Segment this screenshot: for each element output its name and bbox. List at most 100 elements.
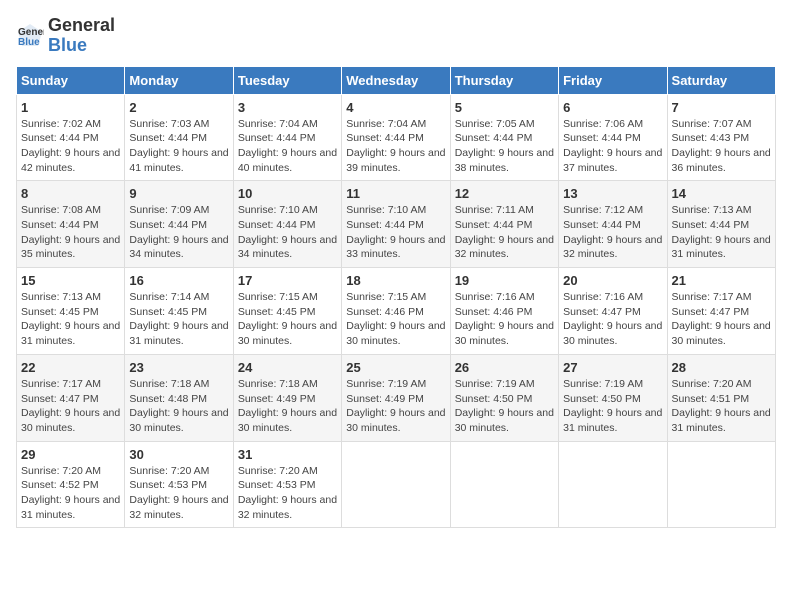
day-info: Sunrise: 7:05 AM Sunset: 4:44 PM Dayligh… [455, 117, 554, 176]
calendar-cell: 31 Sunrise: 7:20 AM Sunset: 4:53 PM Dayl… [233, 441, 341, 528]
day-info: Sunrise: 7:03 AM Sunset: 4:44 PM Dayligh… [129, 117, 228, 176]
calendar-week-5: 29 Sunrise: 7:20 AM Sunset: 4:52 PM Dayl… [17, 441, 776, 528]
calendar-cell: 3 Sunrise: 7:04 AM Sunset: 4:44 PM Dayli… [233, 94, 341, 181]
calendar-cell: 2 Sunrise: 7:03 AM Sunset: 4:44 PM Dayli… [125, 94, 233, 181]
calendar-cell: 1 Sunrise: 7:02 AM Sunset: 4:44 PM Dayli… [17, 94, 125, 181]
calendar-table: SundayMondayTuesdayWednesdayThursdayFrid… [16, 66, 776, 529]
calendar-cell: 23 Sunrise: 7:18 AM Sunset: 4:48 PM Dayl… [125, 354, 233, 441]
day-info: Sunrise: 7:10 AM Sunset: 4:44 PM Dayligh… [346, 203, 445, 262]
day-number: 17 [238, 273, 337, 288]
calendar-week-3: 15 Sunrise: 7:13 AM Sunset: 4:45 PM Dayl… [17, 268, 776, 355]
day-number: 24 [238, 360, 337, 375]
day-number: 10 [238, 186, 337, 201]
day-number: 6 [563, 100, 662, 115]
day-number: 31 [238, 447, 337, 462]
day-info: Sunrise: 7:20 AM Sunset: 4:53 PM Dayligh… [238, 464, 337, 523]
day-number: 2 [129, 100, 228, 115]
day-info: Sunrise: 7:04 AM Sunset: 4:44 PM Dayligh… [238, 117, 337, 176]
day-info: Sunrise: 7:19 AM Sunset: 4:50 PM Dayligh… [455, 377, 554, 436]
day-number: 21 [672, 273, 771, 288]
day-info: Sunrise: 7:18 AM Sunset: 4:49 PM Dayligh… [238, 377, 337, 436]
day-info: Sunrise: 7:02 AM Sunset: 4:44 PM Dayligh… [21, 117, 120, 176]
calendar-week-4: 22 Sunrise: 7:17 AM Sunset: 4:47 PM Dayl… [17, 354, 776, 441]
day-number: 23 [129, 360, 228, 375]
weekday-header-saturday: Saturday [667, 66, 775, 94]
day-number: 26 [455, 360, 554, 375]
calendar-cell: 10 Sunrise: 7:10 AM Sunset: 4:44 PM Dayl… [233, 181, 341, 268]
calendar-cell: 25 Sunrise: 7:19 AM Sunset: 4:49 PM Dayl… [342, 354, 450, 441]
day-number: 5 [455, 100, 554, 115]
day-number: 18 [346, 273, 445, 288]
day-info: Sunrise: 7:20 AM Sunset: 4:53 PM Dayligh… [129, 464, 228, 523]
day-number: 9 [129, 186, 228, 201]
calendar-cell: 21 Sunrise: 7:17 AM Sunset: 4:47 PM Dayl… [667, 268, 775, 355]
day-info: Sunrise: 7:15 AM Sunset: 4:45 PM Dayligh… [238, 290, 337, 349]
day-number: 28 [672, 360, 771, 375]
day-number: 15 [21, 273, 120, 288]
day-info: Sunrise: 7:19 AM Sunset: 4:49 PM Dayligh… [346, 377, 445, 436]
weekday-header-sunday: Sunday [17, 66, 125, 94]
calendar-week-2: 8 Sunrise: 7:08 AM Sunset: 4:44 PM Dayli… [17, 181, 776, 268]
day-info: Sunrise: 7:15 AM Sunset: 4:46 PM Dayligh… [346, 290, 445, 349]
day-info: Sunrise: 7:17 AM Sunset: 4:47 PM Dayligh… [672, 290, 771, 349]
calendar-cell: 4 Sunrise: 7:04 AM Sunset: 4:44 PM Dayli… [342, 94, 450, 181]
calendar-cell [450, 441, 558, 528]
calendar-cell: 16 Sunrise: 7:14 AM Sunset: 4:45 PM Dayl… [125, 268, 233, 355]
day-info: Sunrise: 7:11 AM Sunset: 4:44 PM Dayligh… [455, 203, 554, 262]
day-info: Sunrise: 7:16 AM Sunset: 4:47 PM Dayligh… [563, 290, 662, 349]
calendar-cell: 8 Sunrise: 7:08 AM Sunset: 4:44 PM Dayli… [17, 181, 125, 268]
day-info: Sunrise: 7:14 AM Sunset: 4:45 PM Dayligh… [129, 290, 228, 349]
day-number: 11 [346, 186, 445, 201]
day-number: 1 [21, 100, 120, 115]
calendar-cell: 28 Sunrise: 7:20 AM Sunset: 4:51 PM Dayl… [667, 354, 775, 441]
day-number: 3 [238, 100, 337, 115]
day-number: 20 [563, 273, 662, 288]
day-number: 4 [346, 100, 445, 115]
day-number: 7 [672, 100, 771, 115]
calendar-cell [342, 441, 450, 528]
day-number: 29 [21, 447, 120, 462]
calendar-cell: 24 Sunrise: 7:18 AM Sunset: 4:49 PM Dayl… [233, 354, 341, 441]
calendar-cell: 11 Sunrise: 7:10 AM Sunset: 4:44 PM Dayl… [342, 181, 450, 268]
calendar-week-1: 1 Sunrise: 7:02 AM Sunset: 4:44 PM Dayli… [17, 94, 776, 181]
calendar-cell [667, 441, 775, 528]
day-number: 27 [563, 360, 662, 375]
calendar-cell: 18 Sunrise: 7:15 AM Sunset: 4:46 PM Dayl… [342, 268, 450, 355]
day-number: 16 [129, 273, 228, 288]
day-info: Sunrise: 7:18 AM Sunset: 4:48 PM Dayligh… [129, 377, 228, 436]
day-number: 13 [563, 186, 662, 201]
calendar-cell [559, 441, 667, 528]
day-info: Sunrise: 7:06 AM Sunset: 4:44 PM Dayligh… [563, 117, 662, 176]
weekday-header-monday: Monday [125, 66, 233, 94]
day-number: 25 [346, 360, 445, 375]
day-number: 30 [129, 447, 228, 462]
calendar-cell: 26 Sunrise: 7:19 AM Sunset: 4:50 PM Dayl… [450, 354, 558, 441]
calendar-cell: 17 Sunrise: 7:15 AM Sunset: 4:45 PM Dayl… [233, 268, 341, 355]
day-number: 22 [21, 360, 120, 375]
day-info: Sunrise: 7:13 AM Sunset: 4:45 PM Dayligh… [21, 290, 120, 349]
day-info: Sunrise: 7:13 AM Sunset: 4:44 PM Dayligh… [672, 203, 771, 262]
day-number: 8 [21, 186, 120, 201]
page-header: General Blue General Blue [16, 16, 776, 56]
logo-text: General Blue [48, 16, 115, 56]
calendar-cell: 5 Sunrise: 7:05 AM Sunset: 4:44 PM Dayli… [450, 94, 558, 181]
logo-icon: General Blue [16, 22, 44, 50]
day-info: Sunrise: 7:10 AM Sunset: 4:44 PM Dayligh… [238, 203, 337, 262]
calendar-cell: 14 Sunrise: 7:13 AM Sunset: 4:44 PM Dayl… [667, 181, 775, 268]
weekday-header-wednesday: Wednesday [342, 66, 450, 94]
day-info: Sunrise: 7:20 AM Sunset: 4:51 PM Dayligh… [672, 377, 771, 436]
calendar-cell: 15 Sunrise: 7:13 AM Sunset: 4:45 PM Dayl… [17, 268, 125, 355]
weekday-header-friday: Friday [559, 66, 667, 94]
day-info: Sunrise: 7:19 AM Sunset: 4:50 PM Dayligh… [563, 377, 662, 436]
day-info: Sunrise: 7:20 AM Sunset: 4:52 PM Dayligh… [21, 464, 120, 523]
day-info: Sunrise: 7:07 AM Sunset: 4:43 PM Dayligh… [672, 117, 771, 176]
calendar-cell: 29 Sunrise: 7:20 AM Sunset: 4:52 PM Dayl… [17, 441, 125, 528]
day-number: 12 [455, 186, 554, 201]
day-number: 14 [672, 186, 771, 201]
day-info: Sunrise: 7:16 AM Sunset: 4:46 PM Dayligh… [455, 290, 554, 349]
calendar-cell: 22 Sunrise: 7:17 AM Sunset: 4:47 PM Dayl… [17, 354, 125, 441]
calendar-cell: 30 Sunrise: 7:20 AM Sunset: 4:53 PM Dayl… [125, 441, 233, 528]
weekday-header-thursday: Thursday [450, 66, 558, 94]
day-info: Sunrise: 7:04 AM Sunset: 4:44 PM Dayligh… [346, 117, 445, 176]
logo: General Blue General Blue [16, 16, 115, 56]
